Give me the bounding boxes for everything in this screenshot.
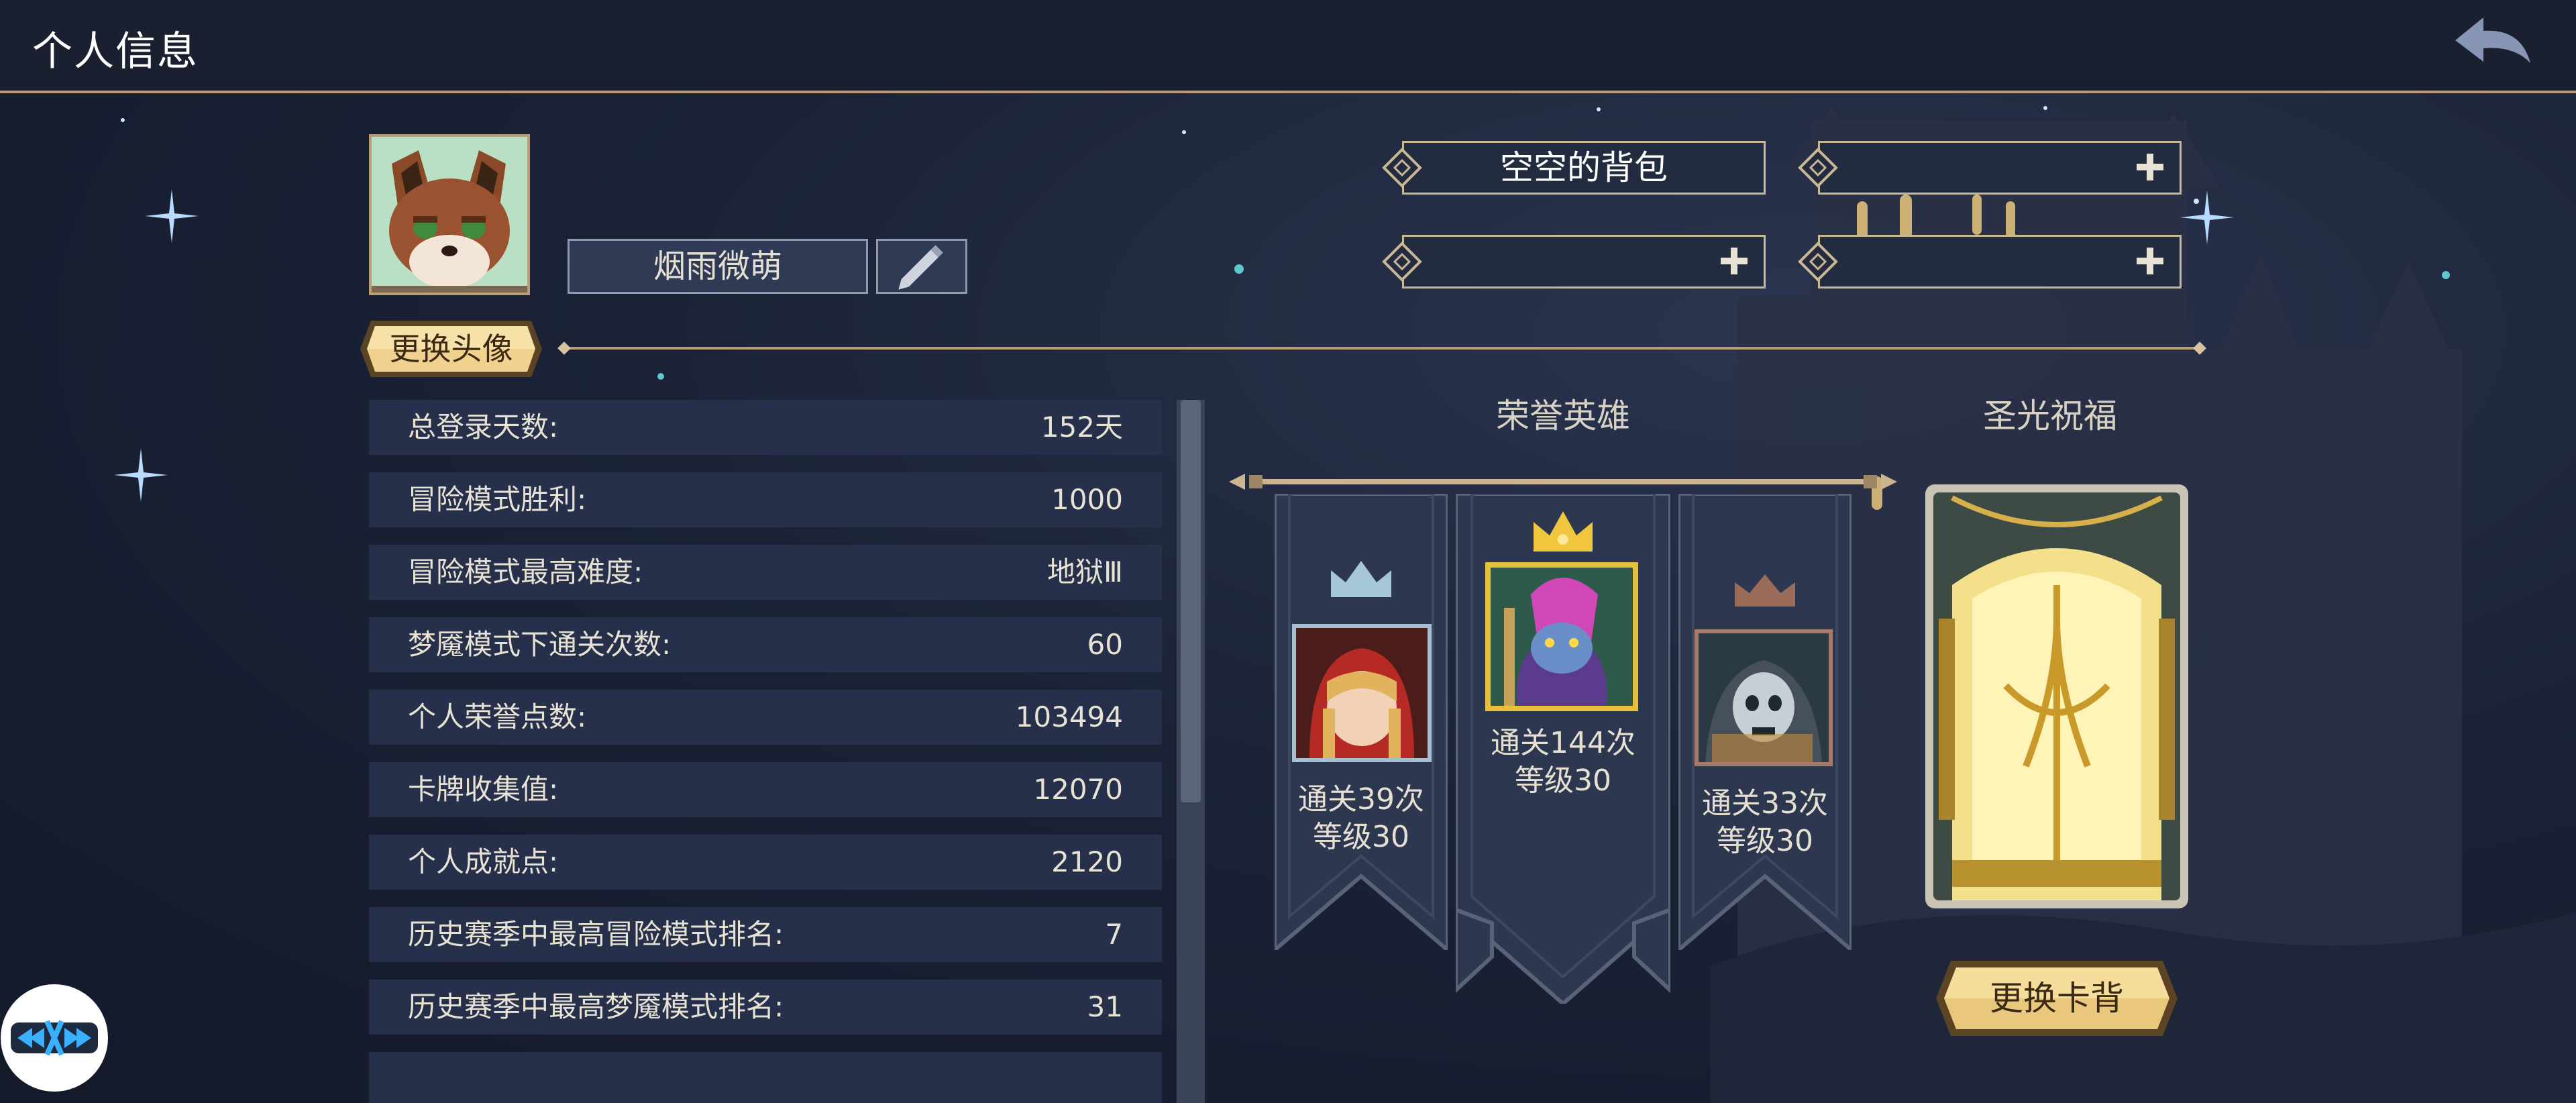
stat-value: 地狱Ⅲ <box>1047 556 1123 588</box>
red-hood-hero-icon <box>1296 628 1428 758</box>
scrollbar-thumb[interactable] <box>1181 400 1201 802</box>
hero-clears: 通关33次 <box>1702 786 1828 821</box>
plus-icon <box>1721 248 1748 274</box>
stat-row <box>369 1052 1162 1103</box>
hero-level: 等级30 <box>1515 764 1611 798</box>
stat-label: 总登录天数: <box>408 411 559 443</box>
avatar[interactable] <box>369 134 530 295</box>
stat-label: 个人成就点: <box>408 845 559 878</box>
page-title: 个人信息 <box>32 28 199 75</box>
stat-label: 冒险模式最高难度: <box>408 556 643 588</box>
stat-value: 31 <box>1087 990 1123 1023</box>
section-divider <box>564 347 2200 350</box>
edit-nickname-button[interactable] <box>876 239 967 294</box>
stat-label: 历史赛季中最高冒险模式排名: <box>408 918 784 951</box>
star <box>2442 271 2450 279</box>
plus-icon <box>2137 154 2163 180</box>
stat-value: 7 <box>1105 918 1123 951</box>
stat-label: 卡牌收集值: <box>408 773 559 806</box>
sparkle-icon <box>145 189 199 243</box>
stat-row: 梦魇模式下通关次数: 60 <box>369 617 1162 672</box>
hero-portrait-red-hood[interactable] <box>1292 624 1432 762</box>
holy-blessing-title: 圣光祝福 <box>1983 397 2117 435</box>
stat-value: 2120 <box>1051 845 1123 878</box>
stat-value: 12070 <box>1033 773 1123 806</box>
honor-heroes-title: 荣誉英雄 <box>1496 397 1630 435</box>
hero-portrait-undead[interactable] <box>1695 629 1833 766</box>
stat-label: 梦魇模式下通关次数: <box>408 628 672 661</box>
stat-row: 个人荣誉点数: 103494 <box>369 690 1162 745</box>
troll-hero-icon <box>1491 568 1633 706</box>
stats-list[interactable]: 总登录天数: 152天 冒险模式胜利: 1000 冒险模式最高难度: 地狱Ⅲ 梦… <box>369 400 1162 1103</box>
back-arrow-icon[interactable] <box>2449 13 2536 78</box>
star <box>1234 264 1244 274</box>
item-slot-empty[interactable] <box>1382 235 1766 288</box>
stat-label: 历史赛季中最高梦魇模式排名: <box>408 990 784 1023</box>
hero-clears: 通关144次 <box>1491 726 1635 760</box>
stat-label: 冒险模式胜利: <box>408 483 587 516</box>
item-slot-backpack[interactable]: 空空的背包 <box>1382 141 1766 195</box>
hero-clears: 通关39次 <box>1298 782 1424 817</box>
stat-row: 冒险模式最高难度: 地狱Ⅲ <box>369 545 1162 600</box>
sparkle-icon <box>114 448 168 502</box>
divider-end <box>557 342 571 355</box>
stat-label: 个人荣誉点数: <box>408 700 587 733</box>
pencil-icon <box>898 245 943 290</box>
star <box>657 373 664 380</box>
hero-portrait-troll[interactable] <box>1485 562 1638 711</box>
header-divider <box>0 91 2576 93</box>
stat-row: 历史赛季中最高梦魇模式排名: 31 <box>369 980 1162 1035</box>
nickname-field: 烟雨微萌 <box>568 239 868 294</box>
stat-row: 历史赛季中最高冒险模式排名: 7 <box>369 907 1162 962</box>
fox-avatar-icon <box>372 137 527 293</box>
floating-assist-button[interactable] <box>0 984 109 1092</box>
card-back-image[interactable] <box>1925 484 2188 908</box>
stat-value: 152天 <box>1040 411 1123 443</box>
diamond-icon <box>1798 148 1838 188</box>
stat-value: 1000 <box>1051 483 1123 516</box>
hero-level: 等级30 <box>1313 820 1409 854</box>
change-card-back-label: 更换卡背 <box>1990 979 2124 1018</box>
diamond-icon <box>1382 242 1422 282</box>
item-slot-empty[interactable] <box>1798 235 2182 288</box>
stat-row: 总登录天数: 152天 <box>369 400 1162 455</box>
diamond-icon <box>1798 242 1838 282</box>
star <box>1597 107 1601 111</box>
stat-row: 卡牌收集值: 12070 <box>369 762 1162 817</box>
stat-row: 个人成就点: 2120 <box>369 835 1162 890</box>
star <box>121 118 125 122</box>
star <box>2043 106 2047 110</box>
stat-value: 60 <box>1087 628 1123 661</box>
slot-label: 空空的背包 <box>1500 148 1668 187</box>
stat-value: 103494 <box>1015 700 1123 733</box>
item-slot-empty[interactable] <box>1798 141 2182 195</box>
sparkle-icon <box>2180 191 2234 244</box>
banner-rod <box>1229 474 1897 490</box>
top-bar <box>0 0 2576 91</box>
stat-row: 冒险模式胜利: 1000 <box>369 472 1162 527</box>
star <box>1182 130 1186 134</box>
hero-level: 等级30 <box>1717 824 1813 858</box>
undead-hero-icon <box>1699 633 1829 762</box>
change-avatar-label: 更换头像 <box>389 331 513 367</box>
plus-icon <box>2137 248 2163 274</box>
